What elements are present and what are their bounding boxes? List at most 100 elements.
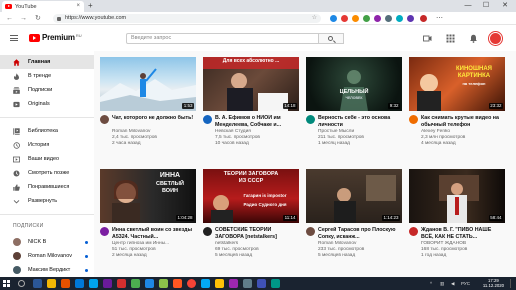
- taskbar-app-icon[interactable]: [173, 279, 182, 288]
- video-card[interactable]: ТЕОРИИ ЗАГОВОРА ИЗ СССР Гагарин is impos…: [203, 169, 299, 267]
- video-thumbnail[interactable]: 1:14:23: [306, 169, 402, 223]
- channel-name[interactable]: Roman Milovanov: [318, 241, 402, 246]
- video-thumbnail[interactable]: ИННА СВЕТЛЫЙ ВОИН 1:04:28: [100, 169, 196, 223]
- channel-avatar[interactable]: [100, 227, 109, 236]
- video-title[interactable]: Верность себе - это основа личности: [318, 115, 402, 128]
- create-video-icon[interactable]: [423, 34, 432, 43]
- taskbar-app-icon[interactable]: [271, 279, 280, 288]
- taskbar-app-icon[interactable]: [89, 279, 98, 288]
- user-avatar[interactable]: [489, 32, 502, 45]
- video-title[interactable]: В. А. Ефимов о НИОИ им Менделеева, Собча…: [215, 115, 299, 128]
- chrome-taskbar-icon[interactable]: [187, 279, 196, 288]
- notifications-bell-icon[interactable]: [469, 34, 478, 43]
- taskbar-app-icon[interactable]: [145, 279, 154, 288]
- sidebar-item-your-videos[interactable]: Ваши видео: [0, 152, 94, 166]
- bookmark-star-icon[interactable]: ☆: [312, 14, 317, 23]
- taskbar-search-icon[interactable]: [18, 280, 25, 287]
- video-card[interactable]: 1:53 Чат, которого не должно быть! Roman…: [100, 57, 196, 155]
- network-icon[interactable]: ▥: [440, 281, 444, 287]
- video-card[interactable]: 58:44 Жданов В. Г. "ПИВО НАШЕ ВСЁ, КАК Н…: [409, 169, 505, 267]
- channel-avatar[interactable]: [203, 115, 212, 124]
- back-button[interactable]: ←: [6, 14, 13, 23]
- video-thumbnail[interactable]: 58:44: [409, 169, 505, 223]
- extension-icon[interactable]: [330, 15, 337, 22]
- taskbar-app-icon[interactable]: [215, 279, 224, 288]
- extension-icon[interactable]: [385, 15, 392, 22]
- channel-avatar[interactable]: [306, 227, 315, 236]
- sidebar-item-watch-later[interactable]: Смотреть позже: [0, 166, 94, 180]
- video-card[interactable]: 1:14:23 Сергей Тарасов про Плоскую Сопку…: [306, 169, 402, 267]
- tab-close-icon[interactable]: ×: [76, 3, 80, 9]
- input-language[interactable]: РУС: [461, 281, 470, 286]
- forward-button[interactable]: →: [20, 14, 27, 23]
- channel-name[interactable]: Невская Студия: [215, 129, 299, 134]
- address-bar[interactable]: https://www.youtube.com ☆: [53, 14, 321, 23]
- channel-name[interactable]: ГОВОРИТ ЖДАНОВ: [421, 241, 505, 246]
- apps-grid-icon[interactable]: [446, 34, 455, 43]
- profile-avatar-icon[interactable]: [420, 15, 427, 22]
- reload-button[interactable]: ↻: [35, 14, 41, 23]
- video-card[interactable]: ИННА СВЕТЛЫЙ ВОИН 1:04:28 Инна светлый в…: [100, 169, 196, 267]
- channel-name[interactable]: netstalkers: [215, 241, 299, 246]
- windows-start-icon[interactable]: [3, 280, 10, 287]
- sidebar-item-subscriptions[interactable]: Подписки: [0, 83, 94, 97]
- video-thumbnail[interactable]: ЦЕЛЬНЫЙ ЧЕЛОВЕК 9:32: [306, 57, 402, 111]
- taskbar-app-icon[interactable]: [75, 279, 84, 288]
- video-title[interactable]: Как снимать крутые видео на обычный теле…: [421, 115, 505, 128]
- extension-icon[interactable]: [407, 15, 414, 22]
- channel-avatar[interactable]: [100, 115, 109, 124]
- show-desktop-button[interactable]: [510, 279, 514, 288]
- new-tab-button[interactable]: +: [88, 1, 93, 10]
- video-title[interactable]: Чат, которого не должно быть!: [112, 115, 196, 122]
- taskbar-app-icon[interactable]: [243, 279, 252, 288]
- taskbar-app-icon[interactable]: [47, 279, 56, 288]
- sidebar-item-trending[interactable]: В тренде: [0, 69, 94, 83]
- channel-avatar[interactable]: [203, 227, 212, 236]
- video-card[interactable]: КИНОШНАЯ КАРТИНКА на телефон 23:32 Как с…: [409, 57, 505, 155]
- search-input[interactable]: Введите запрос: [126, 33, 319, 44]
- video-thumbnail[interactable]: КИНОШНАЯ КАРТИНКА на телефон 23:32: [409, 57, 505, 111]
- video-thumbnail[interactable]: ТЕОРИИ ЗАГОВОРА ИЗ СССР Гагарин is impos…: [203, 169, 299, 223]
- video-card[interactable]: ЦЕЛЬНЫЙ ЧЕЛОВЕК 9:32 Верность себе - это…: [306, 57, 402, 155]
- video-thumbnail[interactable]: Для всех абсолютно ... 14:18: [203, 57, 299, 111]
- video-title[interactable]: Жданов В. Г. "ПИВО НАШЕ ВСЁ, КАК НЕ СТАТ…: [421, 227, 505, 240]
- taskbar-app-icon[interactable]: [33, 279, 42, 288]
- search-button[interactable]: [319, 33, 344, 44]
- taskbar-app-icon[interactable]: [117, 279, 126, 288]
- extension-icon[interactable]: [352, 15, 359, 22]
- video-thumbnail[interactable]: 1:53: [100, 57, 196, 111]
- sidebar-item-expand[interactable]: Развернуть: [0, 194, 94, 208]
- taskbar-app-icon[interactable]: [201, 279, 210, 288]
- extension-icon[interactable]: [341, 15, 348, 22]
- taskbar-app-icon[interactable]: [103, 279, 112, 288]
- video-title[interactable]: Сергей Тарасов про Плоскую Сопку, исканж…: [318, 227, 402, 240]
- taskbar-app-icon[interactable]: [257, 279, 266, 288]
- tray-expand-icon[interactable]: ^: [430, 281, 432, 286]
- browser-tab[interactable]: YouTube ×: [2, 1, 84, 12]
- sidebar-item-home[interactable]: Главная: [0, 55, 94, 69]
- channel-name[interactable]: Roman Milovanov: [112, 129, 196, 134]
- sidebar-item-liked[interactable]: Понравившиеся: [0, 180, 94, 194]
- channel-name[interactable]: Центр гипноза им Инны...: [112, 241, 196, 246]
- extension-icon[interactable]: [363, 15, 370, 22]
- channel-avatar[interactable]: [306, 115, 315, 124]
- channel-avatar[interactable]: [409, 115, 418, 124]
- video-title[interactable]: Инна светлый воин со звезды А5324. Частн…: [112, 227, 196, 240]
- taskbar-app-icon[interactable]: [159, 279, 168, 288]
- sidebar-item-originals[interactable]: Originals: [0, 97, 94, 111]
- taskbar-app-icon[interactable]: [131, 279, 140, 288]
- channel-avatar[interactable]: [409, 227, 418, 236]
- channel-name[interactable]: Простые Мысли: [318, 129, 402, 134]
- channel-name[interactable]: Alexey Fenko: [421, 129, 505, 134]
- minimize-button[interactable]: —: [460, 0, 476, 12]
- video-title[interactable]: СОВЕТСКИЕ ТЕОРИИ ЗАГОВОРА [netstalkers]: [215, 227, 299, 240]
- maximize-button[interactable]: ☐: [478, 0, 494, 12]
- extension-icon[interactable]: [374, 15, 381, 22]
- hamburger-menu-icon[interactable]: [10, 35, 18, 41]
- sidebar-subscription-item[interactable]: Максим Вердикт: [0, 263, 94, 277]
- extension-icon[interactable]: [396, 15, 403, 22]
- sidebar-item-history[interactable]: История: [0, 138, 94, 152]
- menu-dots-icon[interactable]: ⋯: [436, 14, 443, 23]
- close-window-button[interactable]: ✕: [497, 0, 513, 12]
- video-card[interactable]: Для всех абсолютно ... 14:18 В. А. Ефимо…: [203, 57, 299, 155]
